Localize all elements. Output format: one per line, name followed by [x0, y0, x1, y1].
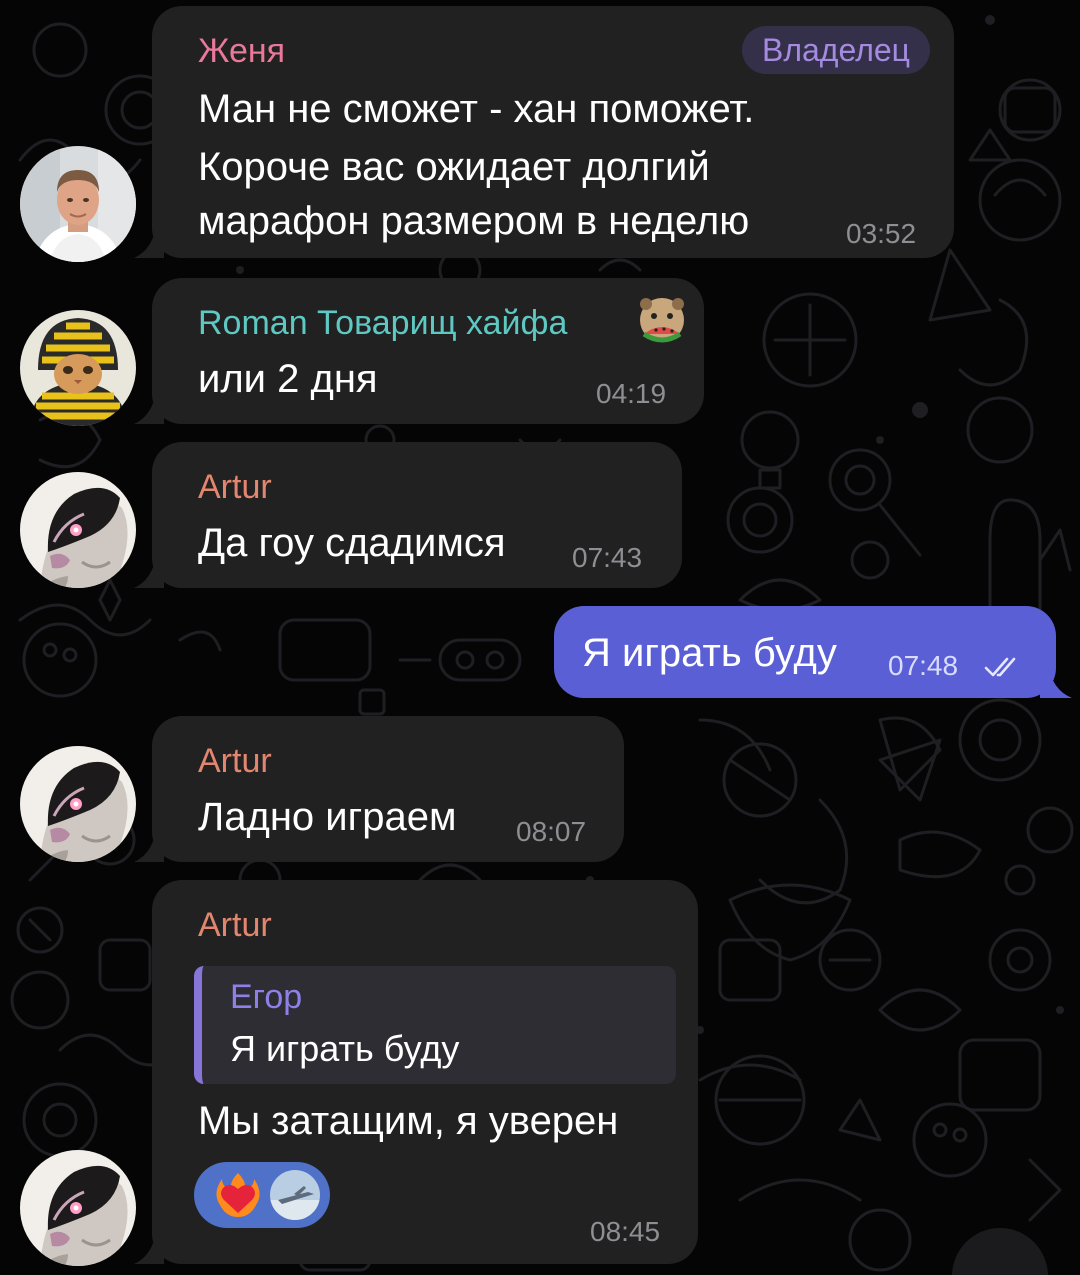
- message-text-line: Да гоу сдадимся: [198, 521, 506, 565]
- sender-name[interactable]: Artur: [198, 468, 272, 507]
- message-text-line: Короче вас ожидает долгий: [198, 145, 710, 189]
- reply-quote[interactable]: Егор Я играть буду: [194, 966, 676, 1084]
- message-bubble[interactable]: Roman Товарищ хайфа или 2 дня 04:19: [152, 278, 704, 424]
- message-text-line: Мы затащим, я уверен: [198, 1099, 619, 1143]
- reply-text: Я играть буду: [230, 1028, 460, 1069]
- avatar-zhenya[interactable]: [20, 146, 136, 262]
- message-time: 08:07: [516, 816, 587, 847]
- otter-eating-watermelon-emoji: [640, 298, 684, 343]
- bubble-tail: [134, 392, 164, 424]
- bubble-tail: [134, 226, 164, 258]
- avatar-artur[interactable]: [20, 1150, 136, 1266]
- message-text-line: марафон размером в неделю: [198, 199, 750, 243]
- cat-in-striped-hat-avatar: [20, 310, 136, 426]
- avatar-artur[interactable]: [20, 472, 136, 588]
- bubble-tail: [1040, 664, 1072, 698]
- sender-name[interactable]: Женя: [198, 32, 285, 71]
- message-time: 07:43: [572, 542, 643, 573]
- message-text-line: Ман не сможет - хан поможет.: [198, 87, 755, 131]
- message-text-line: или 2 дня: [198, 357, 378, 401]
- bubble-tail: [134, 1232, 164, 1264]
- sender-name[interactable]: Artur: [198, 906, 272, 945]
- message-time: 07:48: [888, 650, 959, 681]
- message-text-line: Ладно играем: [198, 795, 457, 839]
- message-bubble[interactable]: Женя Владелец Ман не сможет - хан поможе…: [152, 6, 954, 258]
- bubble-tail: [134, 830, 164, 862]
- message-text-line: Я играть буду: [582, 631, 837, 675]
- message-bubble[interactable]: Artur Ладно играем 08:07: [152, 716, 624, 862]
- reaction-chip[interactable]: [194, 1162, 330, 1228]
- outgoing-message-bubble[interactable]: Я играть буду 07:48: [554, 606, 1056, 698]
- sender-name[interactable]: Roman Товарищ хайфа: [198, 304, 567, 343]
- reply-sender-name: Егор: [230, 978, 303, 1016]
- message-time: 08:45: [590, 1216, 661, 1247]
- heart-on-fire-emoji: [216, 1173, 260, 1217]
- masked-statue-avatar: [20, 472, 136, 588]
- owner-badge: Владелец: [741, 26, 930, 74]
- man-photo-avatar: [20, 146, 136, 262]
- message-bubble[interactable]: Artur Егор Я играть буду Мы затащим, я у…: [152, 880, 698, 1264]
- masked-statue-avatar: [20, 1150, 136, 1266]
- avatar-roman[interactable]: [20, 310, 136, 426]
- masked-statue-avatar: [20, 746, 136, 862]
- message-bubble[interactable]: Artur Да гоу сдадимся 07:43: [152, 442, 682, 588]
- bubble-tail: [134, 556, 164, 588]
- chat-screen[interactable]: Женя Владелец Ман не сможет - хан поможе…: [0, 0, 1080, 1275]
- read-double-check-icon: [984, 657, 1016, 677]
- avatar-artur[interactable]: [20, 746, 136, 862]
- sender-name[interactable]: Artur: [198, 742, 272, 781]
- message-time: 04:19: [596, 378, 667, 409]
- message-time: 03:52: [846, 218, 917, 249]
- reactor-avatar: [270, 1170, 320, 1220]
